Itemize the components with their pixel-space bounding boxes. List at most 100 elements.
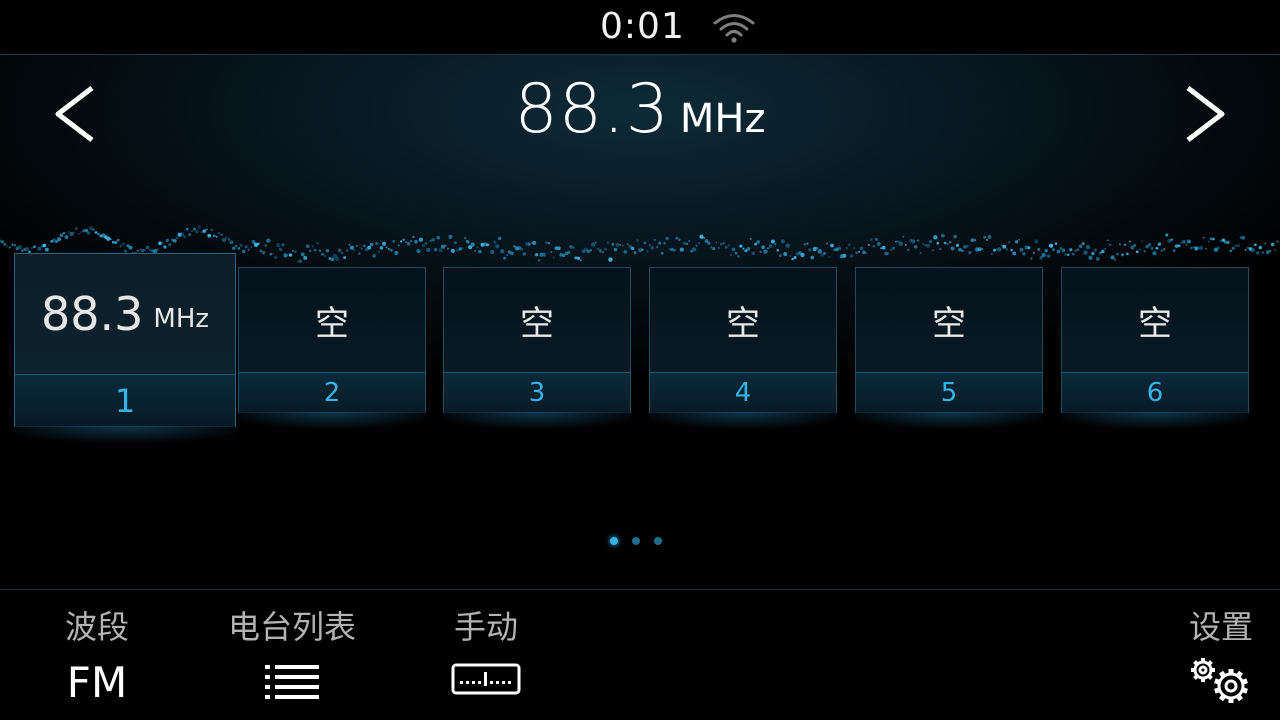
wave-particle bbox=[448, 234, 453, 239]
wave-particle bbox=[1014, 240, 1019, 244]
wave-particle bbox=[1049, 243, 1054, 248]
wave-particle bbox=[1095, 256, 1100, 261]
wave-particle bbox=[149, 248, 152, 252]
wave-particle bbox=[715, 241, 718, 244]
wave-particle bbox=[1076, 248, 1080, 252]
wave-particle bbox=[447, 247, 449, 250]
preset-2[interactable]: 空 2 bbox=[238, 267, 426, 430]
wave-particle bbox=[862, 250, 866, 255]
wave-particle bbox=[847, 243, 851, 247]
preset-6[interactable]: 空 6 bbox=[1061, 267, 1249, 430]
settings-button[interactable]: 设置 bbox=[1176, 602, 1266, 706]
wave-particle bbox=[1101, 249, 1105, 254]
wave-particle bbox=[341, 252, 344, 254]
wave-particle bbox=[11, 243, 14, 246]
band-value: FM bbox=[66, 658, 128, 707]
wave-particle bbox=[917, 239, 920, 242]
wave-particle bbox=[663, 241, 666, 245]
wave-particle bbox=[313, 248, 317, 252]
wave-particle bbox=[431, 238, 435, 242]
wave-particle bbox=[470, 242, 475, 247]
wave-particle bbox=[305, 244, 310, 249]
next-station-button[interactable] bbox=[1174, 82, 1234, 146]
wave-particle bbox=[749, 237, 752, 241]
gear-tooth bbox=[1201, 658, 1205, 663]
wave-particle bbox=[1019, 247, 1024, 252]
wave-particle bbox=[360, 247, 363, 250]
wave-particle bbox=[800, 252, 805, 258]
wave-particle bbox=[926, 243, 930, 248]
wave-particle bbox=[522, 252, 527, 256]
wave-particle bbox=[1143, 250, 1146, 253]
wave-particle bbox=[195, 229, 199, 234]
wave-particle bbox=[1069, 248, 1073, 252]
wave-particle bbox=[488, 243, 491, 246]
wave-particle bbox=[855, 251, 858, 255]
station-list-button[interactable]: 电台列表 bbox=[222, 602, 362, 702]
manual-tune-button[interactable]: 手动 bbox=[436, 602, 536, 696]
gear-tooth bbox=[1228, 669, 1234, 675]
wave-particle bbox=[660, 251, 664, 255]
preset-5[interactable]: 空 5 bbox=[855, 267, 1043, 430]
wave-particle bbox=[1005, 248, 1008, 251]
wave-particle bbox=[626, 243, 629, 246]
wave-particle bbox=[907, 248, 910, 252]
preset-4[interactable]: 空 4 bbox=[649, 267, 837, 430]
previous-station-button[interactable] bbox=[46, 82, 106, 146]
wave-particle bbox=[1264, 242, 1267, 245]
wave-particle bbox=[266, 238, 271, 243]
wave-particle bbox=[710, 246, 713, 249]
wave-particle bbox=[911, 239, 916, 244]
preset-1[interactable]: 88.3 MHz 1 bbox=[14, 253, 236, 444]
wave-particle bbox=[759, 250, 762, 253]
wave-particle bbox=[294, 250, 297, 254]
wave-particle bbox=[569, 244, 574, 249]
band-button[interactable]: 波段 FM bbox=[46, 602, 148, 707]
wave-particle bbox=[367, 245, 372, 250]
wave-particle bbox=[606, 241, 610, 244]
wave-particle bbox=[597, 247, 600, 251]
wave-particle bbox=[884, 251, 889, 256]
wave-particle bbox=[949, 241, 952, 244]
wave-particle bbox=[510, 251, 514, 256]
preset-number: 3 bbox=[444, 372, 630, 413]
wave-particle bbox=[806, 242, 809, 245]
page-dot[interactable] bbox=[610, 537, 618, 545]
wave-particle bbox=[37, 246, 42, 251]
wave-particle bbox=[665, 236, 669, 241]
wave-particle bbox=[444, 244, 447, 247]
wave-particle bbox=[881, 245, 886, 250]
wave-particle bbox=[348, 243, 351, 246]
wave-particle bbox=[1037, 247, 1041, 252]
wave-particle bbox=[695, 244, 698, 247]
wave-particle bbox=[1083, 250, 1088, 255]
wave-particle bbox=[128, 245, 133, 250]
page-dot[interactable] bbox=[654, 537, 662, 545]
wave-particle bbox=[264, 244, 268, 247]
wave-particle bbox=[898, 241, 904, 246]
gear-tooth bbox=[1193, 660, 1200, 667]
wave-particle bbox=[114, 241, 118, 244]
radio-screen: 0:01 88.3 MHz 88.3 MHz 1 空 2 空 3 空 4 空 5… bbox=[0, 0, 1280, 720]
wave-particle bbox=[688, 239, 691, 242]
preset-number: 4 bbox=[650, 372, 836, 413]
wave-particle bbox=[141, 249, 145, 253]
page-dot[interactable] bbox=[632, 537, 640, 545]
wave-particle bbox=[461, 247, 464, 250]
wave-particle bbox=[281, 243, 285, 247]
wave-particle bbox=[650, 245, 655, 250]
wave-particle bbox=[375, 242, 378, 245]
wave-particle bbox=[611, 242, 615, 246]
wave-particle bbox=[436, 235, 440, 240]
wave-particle bbox=[1229, 249, 1232, 252]
wave-particle bbox=[261, 250, 266, 255]
preset-number: 6 bbox=[1062, 372, 1248, 413]
wave-particle bbox=[1114, 258, 1117, 261]
preset-3[interactable]: 空 3 bbox=[443, 267, 631, 430]
wave-particle bbox=[385, 246, 388, 249]
wave-particle bbox=[987, 235, 992, 239]
wave-particle bbox=[532, 240, 537, 245]
wave-particle bbox=[966, 245, 969, 248]
wave-particle bbox=[1234, 244, 1237, 247]
wave-particle bbox=[434, 248, 438, 252]
